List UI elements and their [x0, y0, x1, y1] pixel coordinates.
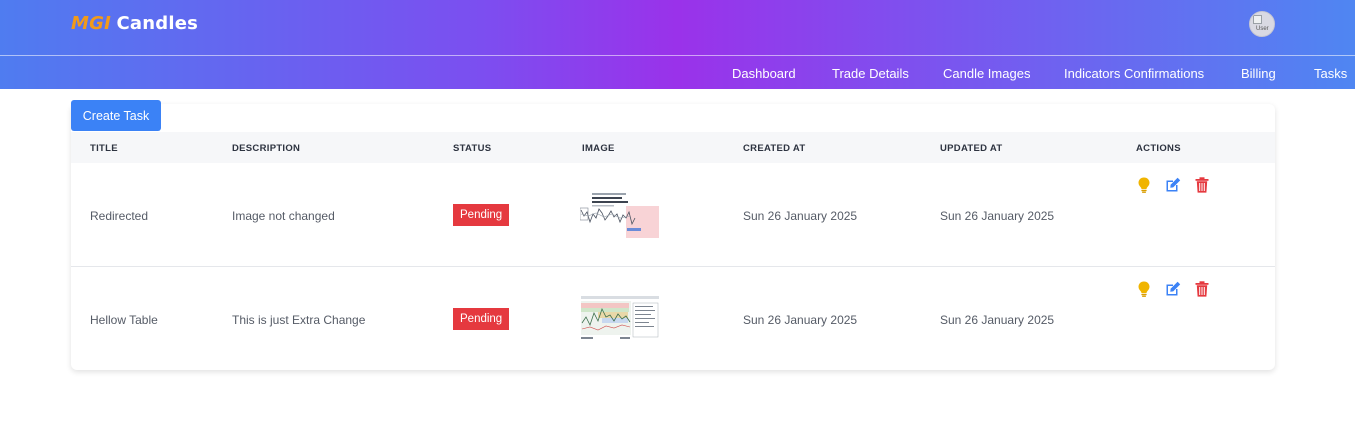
- column-actions: ACTIONS: [1136, 143, 1181, 154]
- avatar-alt-text: User: [1256, 26, 1269, 32]
- nav-item-indicators-confirmations[interactable]: Indicators Confirmations: [1064, 66, 1204, 81]
- updated-at: Sun 26 January 2025: [940, 313, 1055, 327]
- updated-at: Sun 26 January 2025: [940, 209, 1055, 223]
- user-avatar[interactable]: User: [1249, 11, 1275, 37]
- status-badge: Pending: [453, 308, 510, 330]
- nav-item-trade-details[interactable]: Trade Details: [832, 66, 909, 81]
- trash-icon[interactable]: [1193, 280, 1211, 298]
- table-row: Redirected Image not changed Pending Sun…: [71, 163, 1275, 267]
- logo-brand: MGI: [71, 13, 111, 34]
- create-task-button[interactable]: Create Task: [71, 100, 161, 131]
- nav-item-candle-images[interactable]: Candle Images: [943, 66, 1030, 81]
- lightbulb-icon[interactable]: [1135, 176, 1153, 194]
- app-header: MGI Candles User Dashboard Trade Details…: [0, 0, 1355, 89]
- app-logo[interactable]: MGI Candles: [71, 13, 198, 35]
- status-badge: Pending: [453, 204, 510, 226]
- logo-name: Candles: [116, 13, 199, 34]
- lightbulb-icon[interactable]: [1135, 280, 1153, 298]
- broken-image-icon: [1253, 15, 1262, 24]
- trash-icon[interactable]: [1193, 176, 1211, 194]
- task-image-thumbnail[interactable]: [580, 295, 660, 341]
- nav-item-tasks[interactable]: Tasks: [1314, 66, 1347, 81]
- table-row: Hellow Table This is just Extra Change P…: [71, 268, 1275, 370]
- task-description: Image not changed: [232, 209, 335, 223]
- chart-thumbnail-graphic: [580, 192, 660, 238]
- column-created-at: CREATED AT: [743, 143, 806, 154]
- chart-thumbnail-graphic: [580, 295, 660, 341]
- header-top-bar: MGI Candles User: [0, 0, 1355, 56]
- column-image: IMAGE: [582, 143, 615, 154]
- column-updated-at: UPDATED AT: [940, 143, 1003, 154]
- nav-item-dashboard[interactable]: Dashboard: [732, 66, 796, 81]
- nav-item-billing[interactable]: Billing: [1241, 66, 1276, 81]
- column-title: TITLE: [90, 143, 118, 154]
- main-nav: Dashboard Trade Details Candle Images In…: [0, 57, 1355, 89]
- task-title: Hellow Table: [90, 313, 158, 327]
- column-status: STATUS: [453, 143, 492, 154]
- table-header: TITLE DESCRIPTION STATUS IMAGE CREATED A…: [71, 132, 1275, 163]
- created-at: Sun 26 January 2025: [743, 313, 858, 327]
- task-description: This is just Extra Change: [232, 313, 366, 327]
- column-description: DESCRIPTION: [232, 143, 301, 154]
- edit-icon[interactable]: [1164, 280, 1182, 298]
- edit-icon[interactable]: [1164, 176, 1182, 194]
- task-title: Redirected: [90, 209, 149, 223]
- task-image-thumbnail[interactable]: [580, 192, 660, 238]
- created-at: Sun 26 January 2025: [743, 209, 858, 223]
